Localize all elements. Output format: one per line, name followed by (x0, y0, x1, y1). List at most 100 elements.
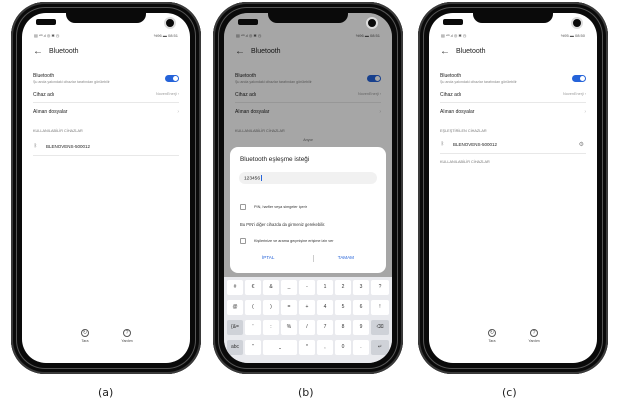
bluetooth-label: Bluetooth (33, 73, 55, 79)
device-name-row[interactable]: Cihaz adı NovenEnerji › (440, 92, 586, 98)
key[interactable]: : (263, 320, 279, 335)
pairing-dialog: Bluetooth eşleşme isteği 123456 PIN, har… (230, 147, 386, 273)
bluetooth-icon: ᛒ (441, 141, 445, 147)
page-title: Bluetooth (456, 48, 486, 55)
key[interactable]: . (353, 340, 369, 355)
key[interactable]: = (281, 300, 297, 315)
help-button[interactable]: ? Yardım (112, 329, 142, 343)
key[interactable]: _ (281, 280, 297, 295)
key[interactable]: ' (245, 320, 261, 335)
key[interactable]: - (299, 280, 315, 295)
help-icon: ? (123, 329, 131, 337)
refresh-icon: ↻ (81, 329, 89, 337)
button-separator (313, 255, 314, 262)
camera-icon (164, 17, 176, 29)
enter-icon[interactable]: ↵ (371, 340, 389, 355)
pin-letters-label: PIN, harfler veya simgeler içerir (254, 205, 307, 209)
device-name: BLENOVENS-500012 (453, 142, 498, 147)
key[interactable]: ) (263, 300, 279, 315)
pin-value: 123456 (244, 176, 261, 182)
key[interactable]: / (299, 320, 315, 335)
gear-icon[interactable]: ⚙ (579, 141, 584, 148)
keyboard-row-2: @ ( ) = + 4 5 6 ! (227, 299, 389, 316)
divider (440, 153, 586, 154)
key[interactable]: , (317, 340, 333, 355)
key[interactable]: " (245, 340, 261, 355)
key[interactable]: 8 (335, 320, 351, 335)
chevron-right-icon: › (177, 109, 179, 115)
keyboard-row-1: # € & _ - 1 2 3 ? (227, 279, 389, 296)
camera-slot (443, 19, 463, 25)
title-bar: ← Bluetooth (33, 47, 179, 59)
key[interactable]: 7 (317, 320, 333, 335)
bluetooth-toggle[interactable] (572, 75, 586, 82)
scan-button[interactable]: ↻ Tara (477, 329, 507, 343)
device-name: BLENOVENS-500012 (46, 144, 91, 149)
ok-button[interactable]: TAMAM (338, 255, 354, 260)
section-paired-devices: EŞLEŞTİRİLEN CİHAZLAR (440, 129, 487, 133)
help-label: Yardım (121, 339, 133, 343)
section-available-devices: KULLANILABİLİR CİHAZLAR (33, 129, 83, 133)
space-key[interactable]: ⎵ (263, 340, 297, 355)
bluetooth-icon: ᛒ (34, 143, 38, 149)
phone-frame-a: ▤ ⁴ᴳ.ıl ◎ ✱ ◷ %96 ▬ 08:51 ← Bluetooth Bl… (11, 2, 201, 374)
phone-frame-b: ▤ ⁴ᴳ.ıl ◎ ✱ ◷ %96 ▬ 08:51 ← Bluetooth Bl… (213, 2, 403, 374)
contacts-access-label: Kişilerinize ve arama geçmişine erişime … (254, 239, 334, 243)
status-icons: ▤ ⁴ᴳ.ıl ◎ ✱ ◷ (34, 33, 60, 38)
screen-a: ▤ ⁴ᴳ.ıl ◎ ✱ ◷ %96 ▬ 08:51 ← Bluetooth Bl… (22, 13, 190, 363)
title-bar: ← Bluetooth (440, 47, 586, 59)
key[interactable]: 6 (353, 300, 369, 315)
key[interactable]: 2 (335, 280, 351, 295)
key[interactable]: 5 (335, 300, 351, 315)
status-bar: ▤ ⁴ᴳ.ıl ◎ ✱ ◷ %96 ▬ 08:51 (34, 33, 178, 41)
key[interactable]: # (227, 280, 243, 295)
pin-input[interactable]: 123456 (239, 172, 377, 184)
received-files-row[interactable]: Alınan dosyalar › (33, 109, 179, 115)
keyboard-row-4: abc " ⎵ * , 0 . ↵ (227, 339, 389, 356)
bluetooth-toggle-row[interactable]: Bluetooth Şu anda yakındaki cihazlar tar… (33, 73, 179, 84)
caption-c: (c) (502, 386, 517, 399)
received-files-label: Alınan dosyalar (440, 109, 475, 115)
camera-icon (571, 17, 583, 29)
checkbox[interactable] (240, 204, 246, 210)
arrow-left-icon[interactable]: ← (440, 47, 450, 57)
divider (33, 102, 179, 103)
scan-label: Tara (488, 339, 496, 343)
key[interactable]: 1 (317, 280, 333, 295)
key[interactable]: ( (245, 300, 261, 315)
backspace-icon[interactable]: ⌫ (371, 320, 389, 335)
key[interactable]: 3 (353, 280, 369, 295)
key[interactable]: ? (371, 280, 389, 295)
received-files-row[interactable]: Alınan dosyalar › (440, 109, 586, 115)
key[interactable]: 9 (353, 320, 369, 335)
screen-c: ▤ ⁴ᴳ.ıl ◎ ✱ ◷ %95 ▬ 08:50 ← Bluetooth Bl… (429, 13, 597, 363)
key[interactable]: * (299, 340, 315, 355)
key[interactable]: € (245, 280, 261, 295)
device-name-value: NovenEnerji › (155, 92, 179, 96)
device-name-row[interactable]: Cihaz adı NovenEnerji › (33, 92, 179, 98)
received-files-label: Alınan dosyalar (33, 109, 68, 115)
pin-note: Bu PIN'i diğer cihazda da girmeniz gerek… (240, 222, 326, 227)
key[interactable]: ! (371, 300, 389, 315)
caption-a: (a) (98, 386, 114, 399)
help-button[interactable]: ? Yardım (519, 329, 549, 343)
phone-frame-c: ▤ ⁴ᴳ.ıl ◎ ✱ ◷ %95 ▬ 08:50 ← Bluetooth Bl… (418, 2, 608, 374)
refresh-icon: ↻ (488, 329, 496, 337)
checkbox[interactable] (240, 238, 246, 244)
key[interactable]: % (281, 320, 297, 335)
abc-key[interactable]: abc (227, 340, 243, 355)
arrow-left-icon[interactable]: ← (33, 47, 43, 57)
bottom-actions: ↻ Tara ? Yardım (22, 329, 190, 349)
key[interactable]: @ (227, 300, 243, 315)
page-title: Bluetooth (49, 48, 79, 55)
cancel-button[interactable]: İPTAL (262, 255, 274, 260)
key[interactable]: 4 (317, 300, 333, 315)
symbols-toggle-key[interactable]: {&= (227, 320, 243, 335)
scan-button[interactable]: ↻ Tara (70, 329, 100, 343)
key[interactable]: 0 (335, 340, 351, 355)
bluetooth-toggle[interactable] (165, 75, 179, 82)
bluetooth-toggle-row[interactable]: Bluetooth Şu anda yakındaki cihazlar tar… (440, 73, 586, 84)
key[interactable]: & (263, 280, 279, 295)
section-available-devices: KULLANILABİLİR CİHAZLAR (440, 160, 490, 164)
key[interactable]: + (299, 300, 315, 315)
